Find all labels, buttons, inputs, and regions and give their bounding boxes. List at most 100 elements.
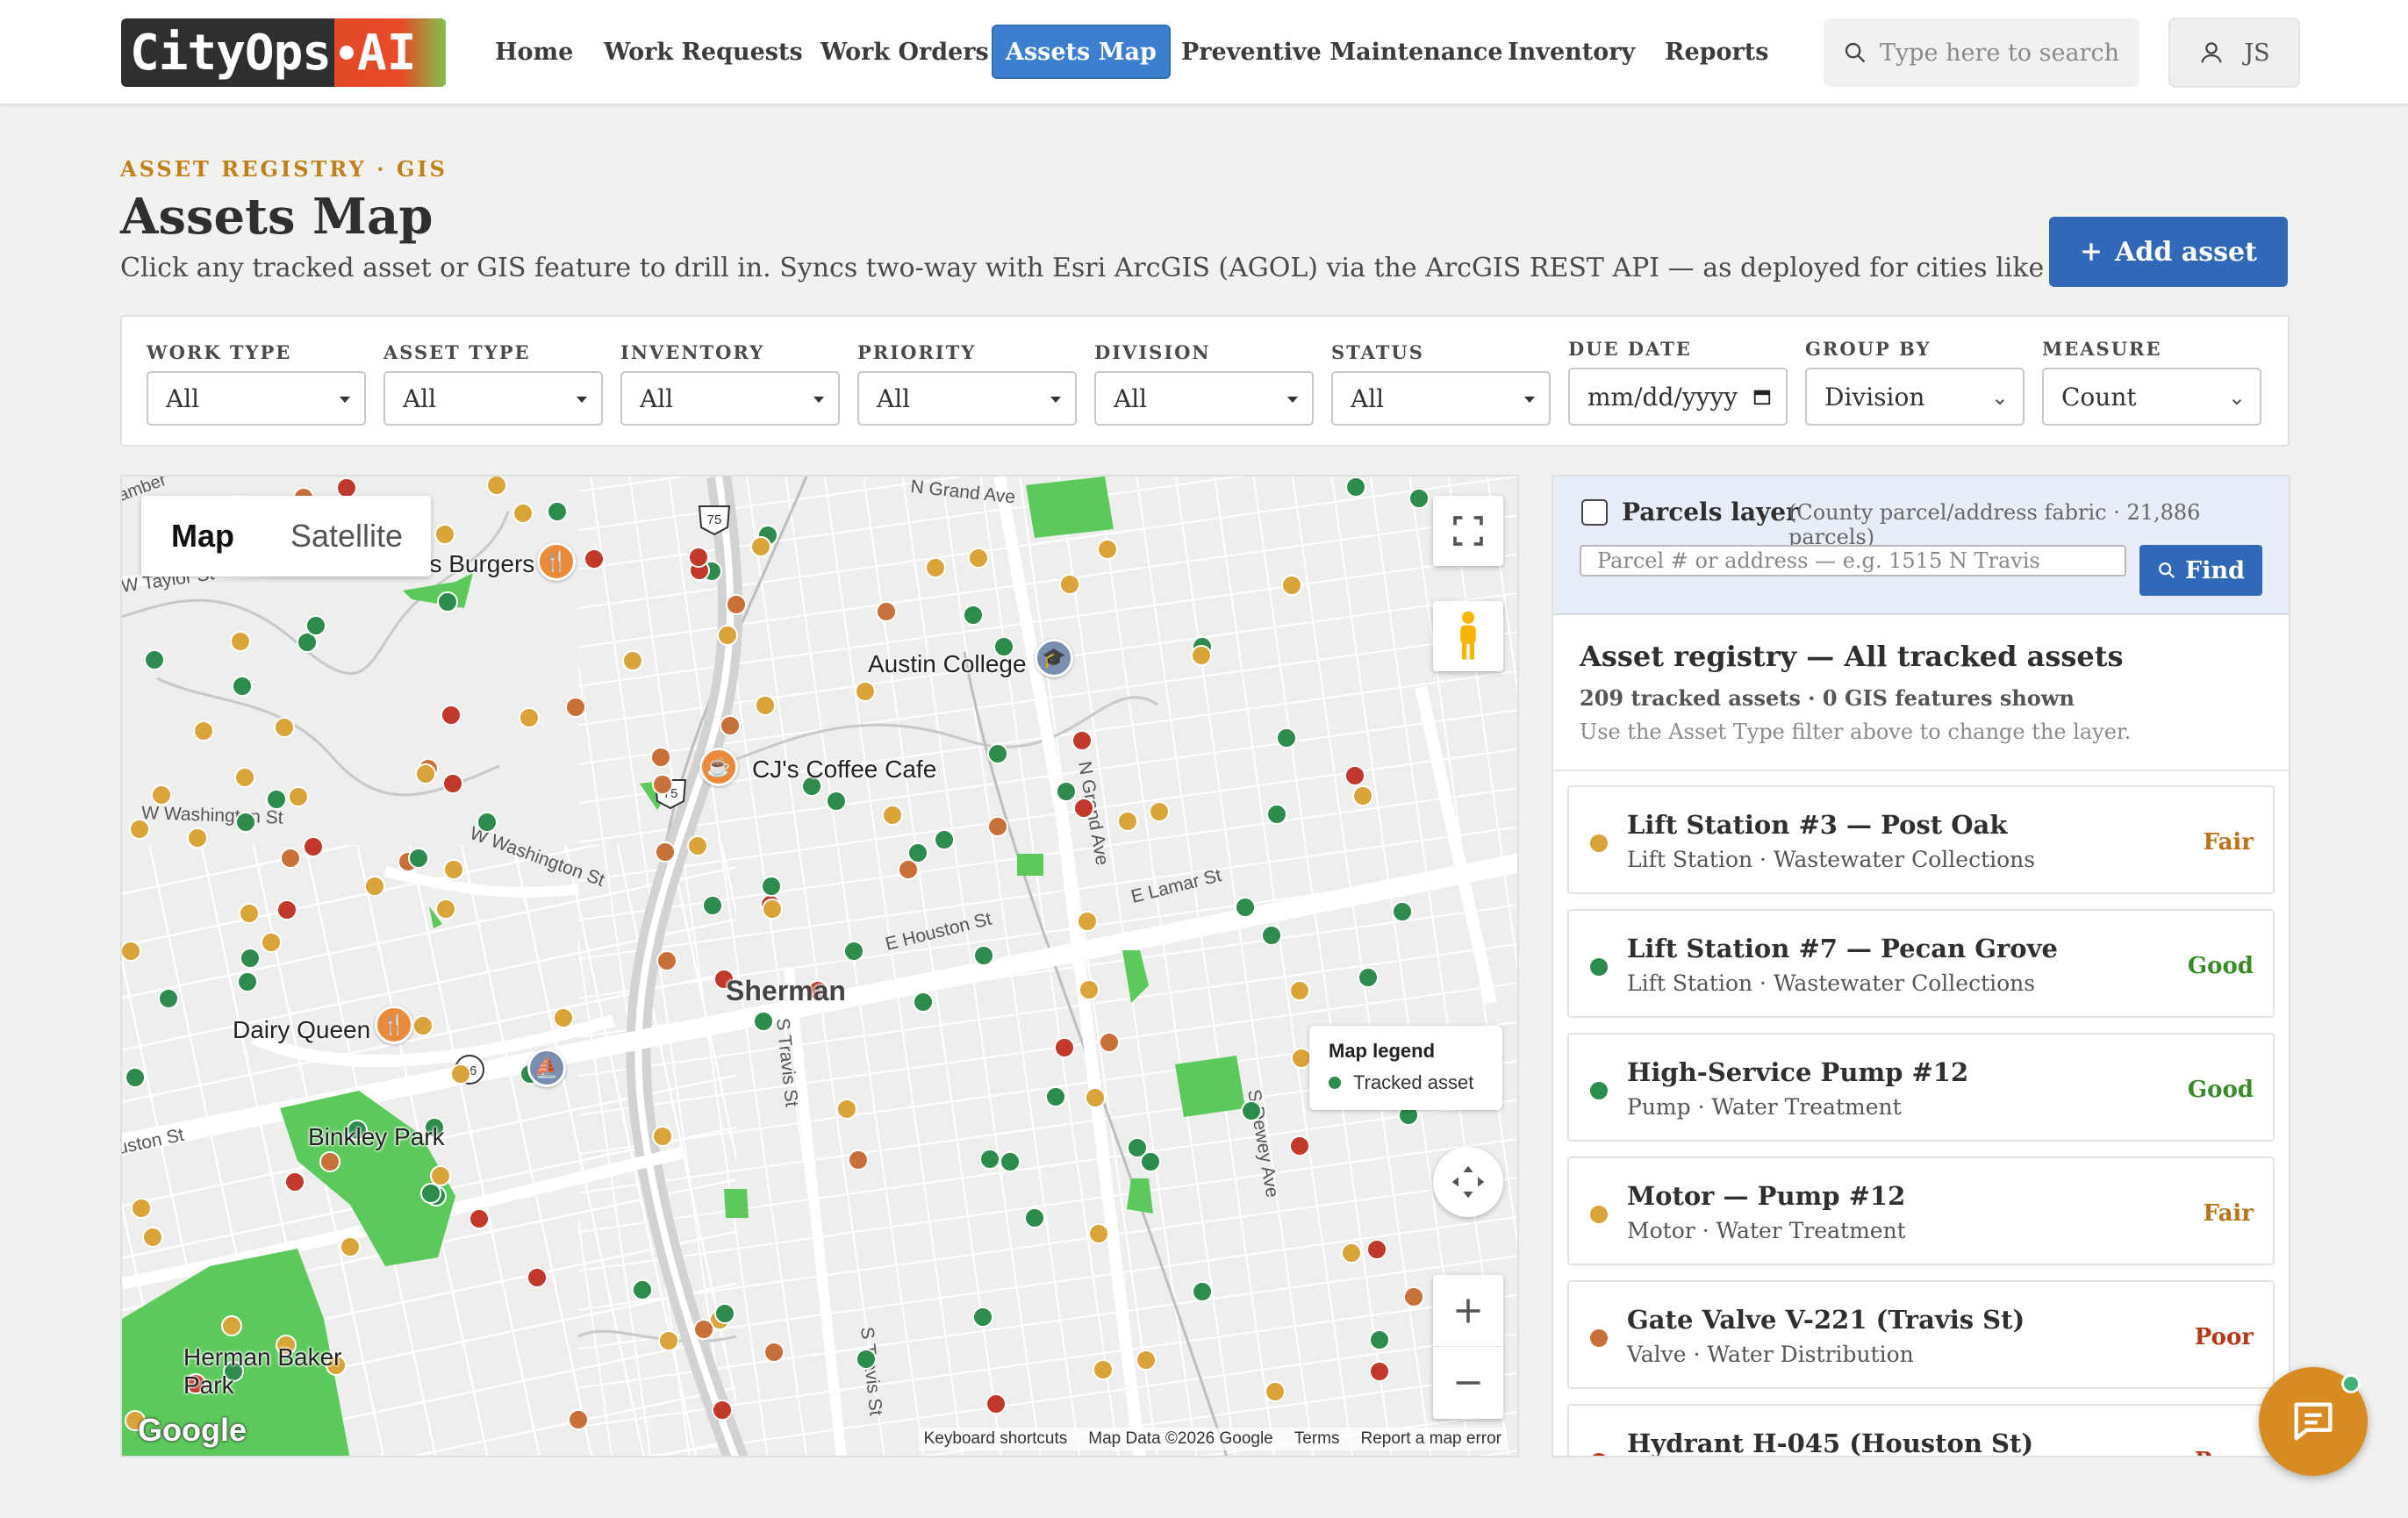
status-select[interactable]: All (1331, 371, 1551, 426)
asset-marker[interactable] (237, 971, 258, 992)
asset-marker[interactable] (652, 1126, 673, 1147)
asset-type-select[interactable]: All (383, 371, 603, 426)
asset-marker[interactable] (1045, 1086, 1066, 1107)
asset-marker[interactable] (1077, 911, 1098, 932)
asset-marker[interactable] (848, 1149, 869, 1171)
asset-marker[interactable] (239, 903, 260, 924)
due-date-input[interactable]: mm/dd/yyyy (1568, 368, 1788, 426)
asset-marker[interactable] (1079, 979, 1100, 1000)
asset-marker[interactable] (1265, 1381, 1286, 1402)
asset-marker[interactable] (762, 899, 783, 920)
asset-marker[interactable] (519, 707, 540, 728)
asset-marker[interactable] (420, 1183, 441, 1204)
parcels-layer-checkbox[interactable] (1581, 499, 1608, 526)
asset-marker[interactable] (1097, 539, 1118, 560)
asset-marker[interactable] (584, 548, 605, 569)
asset-marker[interactable] (761, 876, 782, 897)
asset-marker[interactable] (151, 784, 172, 806)
asset-card[interactable]: Motor — Pump #12 Motor · Water Treatment F… (1567, 1156, 2275, 1265)
asset-marker[interactable] (266, 789, 287, 810)
nav-work-orders[interactable]: Work Orders (808, 25, 1001, 79)
asset-marker[interactable] (1403, 1286, 1424, 1307)
asset-marker[interactable] (1358, 967, 1379, 988)
asset-card[interactable]: Lift Station #3 — Post Oak Lift Station ·… (1567, 785, 2275, 894)
asset-marker[interactable] (907, 842, 928, 863)
asset-marker[interactable] (1369, 1329, 1390, 1350)
asset-marker[interactable] (1073, 798, 1094, 819)
asset-marker[interactable] (1127, 1137, 1148, 1158)
asset-marker[interactable] (340, 1236, 361, 1257)
zoom-in-button[interactable] (1433, 1275, 1503, 1347)
school-icon[interactable]: 🎓 (1035, 639, 1073, 677)
asset-marker[interactable] (441, 705, 462, 726)
asset-marker[interactable] (1291, 1048, 1312, 1069)
asset-marker[interactable] (158, 988, 179, 1009)
nav-assets-map[interactable]: Assets Map (992, 25, 1171, 79)
asset-marker[interactable] (1093, 1359, 1114, 1380)
asset-marker[interactable] (477, 812, 498, 833)
asset-marker[interactable] (688, 547, 709, 568)
nav-reports[interactable]: Reports (1652, 25, 1781, 79)
terms-link[interactable]: Terms (1294, 1429, 1340, 1449)
asset-marker[interactable] (755, 695, 776, 716)
chat-assistant-button[interactable] (2259, 1367, 2368, 1476)
asset-marker[interactable] (1088, 1223, 1109, 1244)
asset-marker[interactable] (1276, 727, 1297, 748)
asset-marker[interactable] (632, 1279, 653, 1300)
asset-marker[interactable] (1369, 1361, 1390, 1382)
measure-select[interactable]: Count ⌄ (2042, 368, 2261, 426)
asset-marker[interactable] (319, 1151, 340, 1172)
asset-marker[interactable] (364, 876, 385, 897)
asset-marker[interactable] (968, 548, 989, 569)
asset-marker[interactable] (622, 650, 643, 671)
nav-preventive-maintenance[interactable]: Preventive Maintenance (1169, 25, 1516, 79)
asset-marker[interactable] (288, 786, 309, 807)
asset-marker[interactable] (486, 476, 507, 496)
asset-marker[interactable] (750, 536, 771, 557)
asset-marker[interactable] (187, 827, 208, 849)
asset-marker[interactable] (437, 591, 458, 612)
asset-marker[interactable] (650, 747, 671, 768)
asset-marker[interactable] (234, 767, 255, 788)
nav-home[interactable]: Home (483, 25, 585, 79)
parcel-search-input[interactable]: Parcel # or address — e.g. 1515 N Travis (1580, 545, 2126, 576)
map-type-map-button[interactable]: Map (141, 496, 264, 576)
asset-marker[interactable] (303, 836, 324, 857)
asset-marker[interactable] (469, 1208, 490, 1229)
asset-marker[interactable] (693, 1319, 714, 1340)
asset-marker[interactable] (963, 605, 984, 626)
asset-marker[interactable] (972, 1307, 993, 1328)
asset-marker[interactable] (305, 615, 326, 636)
cafe-icon[interactable]: ☕ (699, 748, 738, 786)
nav-inventory[interactable]: Inventory (1495, 25, 1647, 79)
asset-marker[interactable] (1352, 785, 1373, 806)
asset-marker[interactable] (1408, 488, 1430, 509)
asset-marker[interactable] (1344, 765, 1365, 786)
asset-marker[interactable] (408, 848, 429, 869)
asset-marker[interactable] (1392, 901, 1413, 922)
asset-marker[interactable] (726, 594, 747, 615)
asset-marker[interactable] (1054, 1037, 1075, 1058)
priority-select[interactable]: All (857, 371, 1077, 426)
street-view-pegman-button[interactable] (1433, 601, 1503, 671)
asset-marker[interactable] (1059, 574, 1080, 595)
asset-marker[interactable] (913, 992, 934, 1013)
asset-marker[interactable] (855, 681, 876, 702)
asset-marker[interactable] (336, 477, 357, 498)
asset-card[interactable]: Lift Station #7 — Pecan Grove Lift Statio… (1567, 909, 2275, 1018)
asset-marker[interactable] (1192, 1281, 1213, 1302)
asset-marker[interactable] (1085, 1087, 1106, 1108)
asset-marker[interactable] (1056, 781, 1077, 802)
asset-marker[interactable] (527, 1267, 548, 1288)
asset-marker[interactable] (193, 720, 214, 741)
asset-marker[interactable] (979, 1149, 1000, 1170)
asset-marker[interactable] (1261, 925, 1282, 946)
asset-marker[interactable] (565, 697, 586, 718)
asset-marker[interactable] (1266, 804, 1287, 825)
asset-marker[interactable] (1366, 1239, 1387, 1260)
asset-marker[interactable] (934, 829, 955, 850)
asset-marker[interactable] (1071, 730, 1093, 751)
asset-marker[interactable] (131, 1198, 152, 1219)
asset-marker[interactable] (125, 1067, 146, 1088)
asset-marker[interactable] (232, 676, 253, 697)
